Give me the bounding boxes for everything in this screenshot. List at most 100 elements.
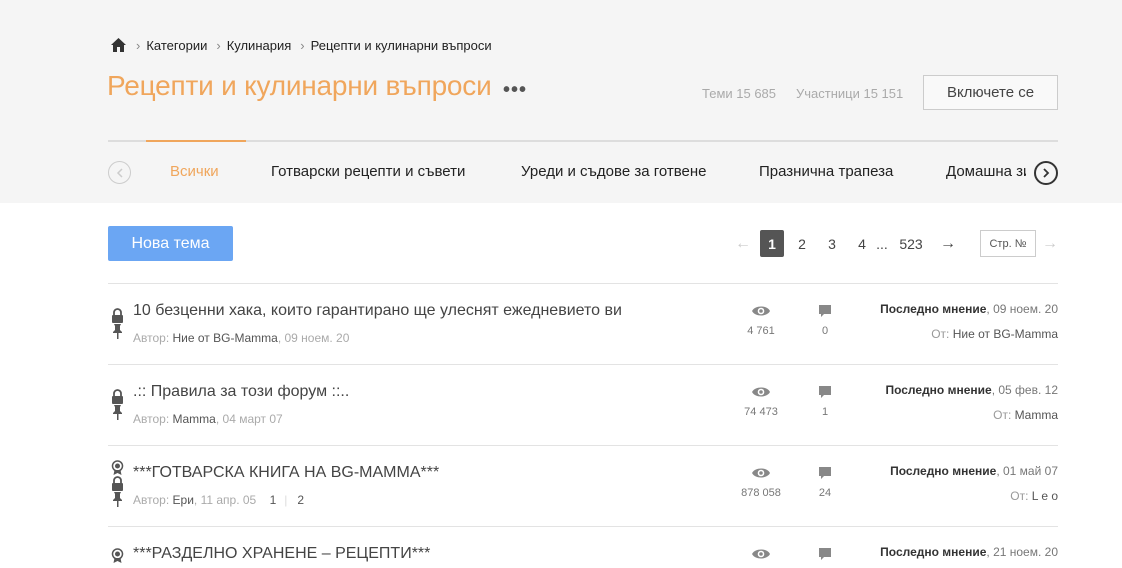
author-label: Автор: <box>133 331 170 345</box>
last-by-label: От: <box>1010 489 1029 503</box>
topic-page-link[interactable]: 2 <box>297 493 304 507</box>
views-count: 878 058 <box>741 487 781 499</box>
lock-icon <box>112 389 123 404</box>
replies-count: 24 <box>818 487 832 499</box>
page-number-input[interactable]: Стр. № <box>980 230 1036 257</box>
tabs-divider <box>108 140 1058 142</box>
topic-row[interactable]: .:: Правила за този форум ::.. Автор: Ma… <box>108 365 1058 445</box>
topic-meta: Автор: Ние от BG-Mamma, 09 ноем. 20 <box>133 331 349 345</box>
chevron-right-icon: › <box>300 37 305 53</box>
join-button[interactable]: Включете се <box>923 75 1058 110</box>
pin-icon <box>113 324 122 339</box>
last-post-author: От: Ние от BG-Mamma <box>931 327 1058 341</box>
topic-row[interactable]: ***ГОТВАРСКА КНИГА НА BG-MAMMA*** Автор:… <box>108 446 1058 526</box>
author-label: Автор: <box>133 412 170 426</box>
comment-icon <box>819 386 831 398</box>
breadcrumb-categories[interactable]: Категории <box>146 38 207 53</box>
chevron-left-icon <box>116 167 123 178</box>
last-post: Последно мнение, 21 ноем. 20 <box>880 545 1058 559</box>
eye-icon <box>752 549 770 559</box>
last-by-user[interactable]: L e o <box>1032 489 1058 503</box>
pager-page[interactable]: 4 <box>852 230 872 257</box>
home-icon[interactable] <box>110 37 127 53</box>
comment-icon <box>819 305 831 317</box>
pager-next-button[interactable]: → <box>938 230 958 257</box>
award-icon <box>111 548 124 563</box>
pager-ellipsis: ... <box>876 235 888 252</box>
topic-title[interactable]: ***ГОТВАРСКА КНИГА НА BG-MAMMA*** <box>133 464 439 482</box>
eye-icon <box>752 387 770 397</box>
active-tab-indicator <box>146 140 246 142</box>
tab-preserves[interactable]: Домашна зимнина <box>946 163 1026 180</box>
last-by-label: От: <box>993 408 1012 422</box>
replies-count: 1 <box>821 406 829 418</box>
lock-icon <box>112 308 123 323</box>
tab-holiday-table[interactable]: Празнична трапеза <box>759 163 893 180</box>
topic-author[interactable]: Ери <box>173 493 194 507</box>
last-post-date[interactable]: , 05 фев. 12 <box>992 383 1058 397</box>
pin-icon <box>113 492 122 507</box>
topic-date: , 09 ноем. 20 <box>277 331 350 345</box>
last-by-label: От: <box>931 327 950 341</box>
tabs-next-button[interactable] <box>1034 161 1058 185</box>
last-post-label: Последно мнение <box>880 302 987 316</box>
breadcrumb: › Категории › Кулинария › Рецепти и кули… <box>110 36 492 54</box>
last-post-date[interactable]: , 09 ноем. 20 <box>986 302 1058 316</box>
topic-row[interactable]: 10 безценни хака, които гарантирано ще у… <box>108 284 1058 364</box>
divider: | <box>284 493 288 507</box>
topic-meta: Автор: Mamma, 04 март 07 <box>133 412 283 426</box>
tab-appliances[interactable]: Уреди и съдове за готвене <box>521 163 707 180</box>
last-by-user[interactable]: Ние от BG-Mamma <box>953 327 1058 341</box>
new-topic-button[interactable]: Нова тема <box>108 226 233 261</box>
last-post: Последно мнение, 01 май 07 <box>890 464 1058 478</box>
pager-page[interactable]: 2 <box>792 230 812 257</box>
replies-count: 0 <box>821 325 829 337</box>
pager-page-current[interactable]: 1 <box>760 230 784 257</box>
views-count: 4 761 <box>747 325 775 337</box>
topic-author[interactable]: Ние от BG-Mamma <box>173 331 278 345</box>
topic-author[interactable]: Mamma <box>173 412 216 426</box>
pin-icon <box>113 405 122 420</box>
pager-page-last[interactable]: 523 <box>896 230 926 257</box>
pager-page[interactable]: 3 <box>822 230 842 257</box>
last-post-author: От: L e o <box>1010 489 1058 503</box>
tab-recipes-tips[interactable]: Готварски рецепти и съвети <box>271 163 465 180</box>
topic-title[interactable]: 10 безценни хака, които гарантирано ще у… <box>133 302 622 320</box>
topic-title[interactable]: .:: Правила за този форум ::.. <box>133 383 349 401</box>
more-options-icon[interactable]: ••• <box>503 80 527 100</box>
members-count: Участници 15 151 <box>796 86 904 101</box>
breadcrumb-cooking[interactable]: Кулинария <box>227 38 292 53</box>
last-post: Последно мнение, 05 фев. 12 <box>885 383 1058 397</box>
chevron-right-icon: › <box>136 37 141 53</box>
topic-page-link[interactable]: 1 <box>270 493 277 507</box>
last-post-label: Последно мнение <box>890 464 997 478</box>
topic-meta: Автор: Ери, 11 апр. 05 1 | 2 <box>133 493 304 507</box>
last-by-user[interactable]: Mamma <box>1015 408 1058 422</box>
page-go-button[interactable]: → <box>1042 230 1058 257</box>
last-post: Последно мнение, 09 ноем. 20 <box>880 302 1058 316</box>
page-title: Рецепти и кулинарни въпроси <box>107 70 492 101</box>
topic-date: , 11 апр. 05 <box>193 493 257 507</box>
tabs-prev-button[interactable] <box>108 161 131 184</box>
topic-date: , 04 март 07 <box>215 412 283 426</box>
topic-row[interactable]: ***РАЗДЕЛНО ХРАНЕНЕ – РЕЦЕПТИ*** Последн… <box>108 527 1058 568</box>
pager-prev-button[interactable]: ← <box>733 230 753 257</box>
topics-count: Теми 15 685 <box>702 86 777 101</box>
last-post-date[interactable]: , 01 май 07 <box>996 464 1058 478</box>
eye-icon <box>752 306 770 316</box>
comment-icon <box>819 467 831 479</box>
last-post-label: Последно мнение <box>880 545 987 559</box>
last-post-date[interactable]: , 21 ноем. 20 <box>986 545 1058 559</box>
breadcrumb-current[interactable]: Рецепти и кулинарни въпроси <box>311 38 492 53</box>
chevron-right-icon <box>1043 168 1050 178</box>
views-count: 74 473 <box>744 406 778 418</box>
eye-icon <box>752 468 770 478</box>
tab-all[interactable]: Всички <box>170 163 219 180</box>
last-post-label: Последно мнение <box>885 383 992 397</box>
comment-icon <box>819 548 831 560</box>
topic-title[interactable]: ***РАЗДЕЛНО ХРАНЕНЕ – РЕЦЕПТИ*** <box>133 545 430 563</box>
award-icon <box>111 460 124 475</box>
author-label: Автор: <box>133 493 170 507</box>
lock-icon <box>112 476 123 491</box>
chevron-right-icon: › <box>216 37 221 53</box>
